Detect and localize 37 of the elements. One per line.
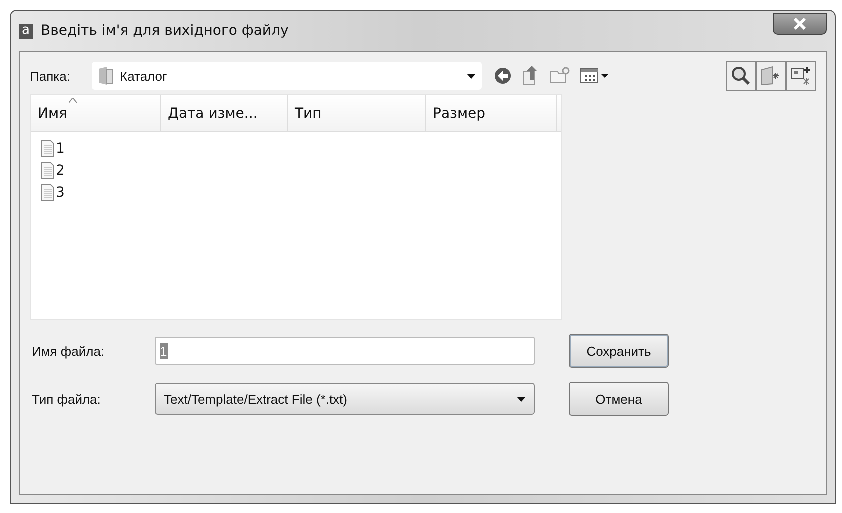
column-header[interactable]: Размер: [426, 95, 557, 131]
file-name-field[interactable]: 1: [155, 337, 535, 365]
column-header[interactable]: Дата изме...: [161, 95, 288, 131]
cancel-button[interactable]: Отмена: [569, 382, 669, 416]
save-button[interactable]: Сохранить: [569, 334, 669, 368]
column-header[interactable]: Тип: [288, 95, 426, 131]
file-type-label: Тип файла:: [32, 392, 102, 406]
add-image-button[interactable]: [786, 61, 816, 91]
column-header[interactable]: Имя: [31, 95, 161, 131]
folder-name: Каталог: [120, 68, 168, 84]
folder-label: Папка:: [30, 68, 72, 84]
back-icon[interactable]: [494, 67, 512, 85]
app-icon: a: [19, 24, 33, 38]
folder-star-button[interactable]: [756, 61, 786, 91]
caret-icon: [517, 396, 526, 402]
text-file-icon: [41, 184, 55, 202]
view-menu-icon[interactable]: [580, 68, 610, 84]
folder-star-icon: [761, 66, 781, 86]
file-type-dropdown[interactable]: Text/Template/Extract File (*.txt): [155, 383, 535, 415]
add-image-icon: [791, 66, 811, 86]
caret-icon: [467, 74, 476, 78]
folder-dropdown[interactable]: Каталог: [92, 62, 482, 90]
up-folder-icon[interactable]: [522, 66, 540, 86]
file-type-value: Text/Template/Extract File (*.txt): [164, 392, 348, 406]
search-icon: [731, 66, 751, 86]
new-folder-icon[interactable]: [550, 67, 570, 85]
search-button[interactable]: [726, 61, 756, 91]
close-icon: [793, 18, 807, 30]
file-name[interactable]: 2: [56, 163, 65, 179]
text-file-icon: [41, 140, 55, 158]
file-name[interactable]: 1: [56, 141, 65, 157]
folder-icon: [98, 67, 114, 85]
file-name[interactable]: 3: [56, 185, 65, 201]
window-title: Введіть ім'я для вихідного файлу: [41, 23, 290, 39]
file-name-label: Имя файла:: [32, 344, 106, 358]
text-file-icon: [41, 162, 55, 180]
close-button[interactable]: [773, 13, 827, 35]
